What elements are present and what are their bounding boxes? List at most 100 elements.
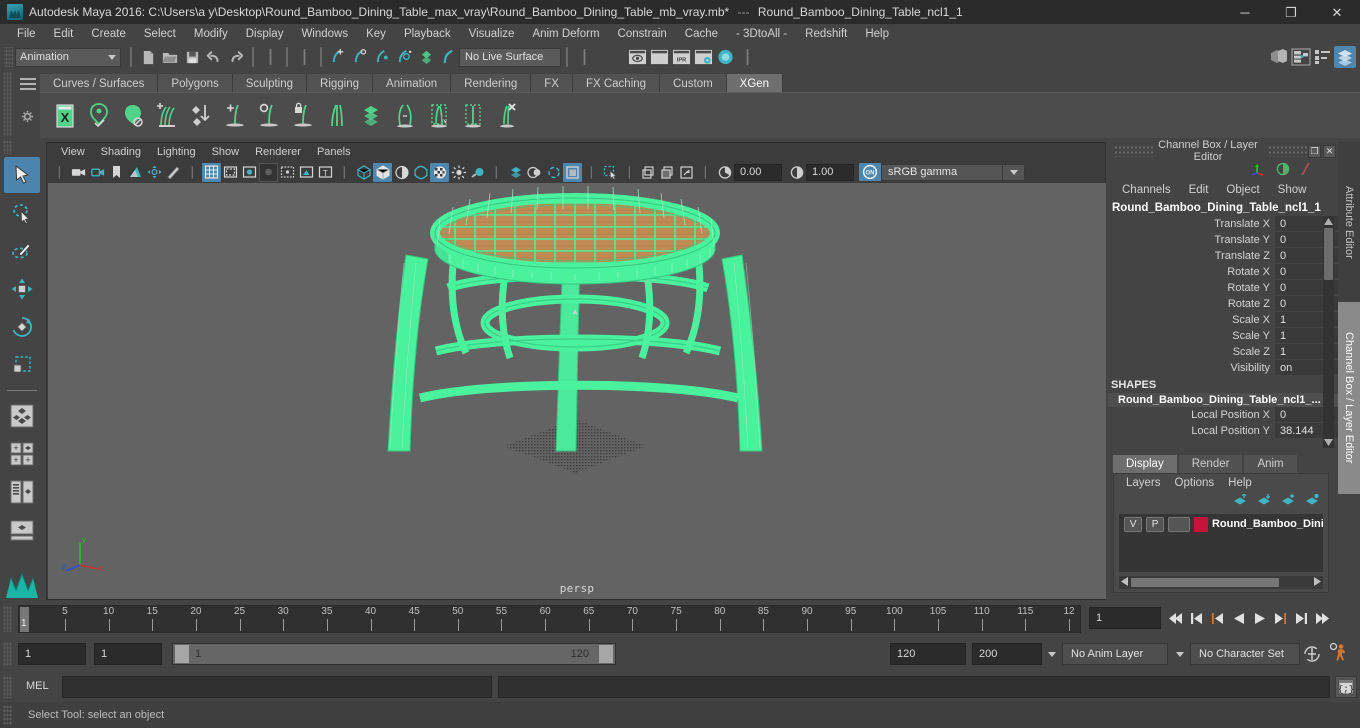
- panel-grip-right[interactable]: [1268, 145, 1308, 157]
- rotate-tool[interactable]: [4, 309, 40, 345]
- color-management-icon[interactable]: ON: [859, 163, 881, 181]
- delete-modifier-icon[interactable]: [490, 96, 524, 136]
- step-forward-key-icon[interactable]: [1271, 607, 1290, 629]
- channel-row[interactable]: Translate Z0: [1108, 248, 1338, 264]
- wireframe-on-shaded-icon[interactable]: [430, 162, 449, 182]
- single-persp-layout[interactable]: [4, 512, 40, 548]
- new-layer-from-selected-icon[interactable]: [1305, 493, 1320, 509]
- range-end-field[interactable]: 120: [890, 643, 966, 665]
- gate-mask-icon[interactable]: [259, 162, 278, 182]
- tab-attribute-editor[interactable]: Attribute Editor: [1338, 142, 1360, 302]
- animation-start-field[interactable]: 1: [18, 643, 86, 665]
- menu-anim-deform[interactable]: Anim Deform: [523, 26, 608, 42]
- toolbox-grip[interactable]: [3, 140, 12, 154]
- tab-channel-box-layer-editor[interactable]: Channel Box / Layer Editor: [1338, 302, 1360, 494]
- new-layer-icon[interactable]: [1281, 493, 1296, 509]
- channel-box-menu-edit[interactable]: Edit: [1181, 183, 1217, 197]
- attribute-editor-toggle-icon[interactable]: [1312, 46, 1334, 68]
- shelf-grip[interactable]: [3, 72, 12, 136]
- anim-layer-dropdown-arrow[interactable]: [1044, 643, 1060, 665]
- redo-icon[interactable]: [225, 46, 247, 68]
- grease-pencil-icon[interactable]: [164, 163, 183, 182]
- create-description-icon[interactable]: [82, 96, 116, 136]
- convert-to-interactive-icon[interactable]: [184, 96, 218, 136]
- select-by-object-icon[interactable]: [293, 46, 315, 68]
- anim-layer-field[interactable]: No Anim Layer: [1062, 643, 1168, 665]
- close-button[interactable]: ✕: [1314, 0, 1360, 24]
- curve-icon[interactable]: [1300, 162, 1312, 179]
- range-start-field[interactable]: 1: [94, 643, 162, 665]
- live-surface-field[interactable]: No Live Surface: [459, 47, 561, 67]
- scale-tool[interactable]: [4, 347, 40, 383]
- wireframe-icon[interactable]: [354, 163, 373, 182]
- layer-editor-menu-options[interactable]: Options: [1168, 476, 1222, 490]
- four-view-layout[interactable]: [4, 398, 40, 434]
- camera-attributes-icon[interactable]: [88, 163, 107, 182]
- xgen-editor-icon[interactable]: X: [48, 96, 82, 136]
- character-set-dropdown-arrow[interactable]: [1172, 643, 1188, 665]
- help-line-grip[interactable]: [3, 705, 12, 725]
- maximize-button[interactable]: ❐: [1268, 0, 1314, 24]
- shelf-tab-fx-caching[interactable]: FX Caching: [572, 74, 661, 94]
- viewport-menu-show[interactable]: Show: [204, 145, 248, 159]
- outliner-icon[interactable]: [1268, 46, 1290, 68]
- menu-edit[interactable]: Edit: [45, 26, 83, 42]
- move-axis-icon[interactable]: [1250, 162, 1266, 179]
- menu-modify[interactable]: Modify: [185, 26, 237, 42]
- cut-modifier-icon[interactable]: [456, 96, 490, 136]
- menu-playback[interactable]: Playback: [395, 26, 460, 42]
- shelf-tab-polygons[interactable]: Polygons: [158, 74, 233, 94]
- snap-to-grid-icon[interactable]: [327, 46, 349, 68]
- shelf-tab-curves-surfaces[interactable]: Curves / Surfaces: [40, 74, 159, 94]
- channel-row[interactable]: Scale Z1: [1108, 344, 1338, 360]
- shelf-tab-animation[interactable]: Animation: [373, 74, 452, 94]
- auto-keyframe-icon[interactable]: [1302, 644, 1322, 667]
- add-groom-icon[interactable]: [150, 96, 184, 136]
- modify-guide-icon[interactable]: [252, 96, 286, 136]
- film-origin-icon[interactable]: [278, 163, 297, 182]
- shelf-tab-rendering[interactable]: Rendering: [451, 74, 532, 94]
- xray-active-components-icon[interactable]: [677, 163, 696, 182]
- screen-space-ao-icon[interactable]: [525, 163, 544, 182]
- open-scene-icon[interactable]: [159, 46, 181, 68]
- channel-row[interactable]: Local Position X0: [1108, 407, 1338, 423]
- channel-row[interactable]: Local Position Y 38.144: [1108, 423, 1338, 439]
- resolution-gate-icon[interactable]: [240, 163, 259, 182]
- snap-to-curve-icon[interactable]: [349, 46, 371, 68]
- layer-row[interactable]: V P Round_Bamboo_Dining_: [1119, 514, 1323, 532]
- safe-title-icon[interactable]: T: [316, 163, 335, 182]
- layer-editor-tab-anim[interactable]: Anim: [1244, 455, 1297, 473]
- save-scene-icon[interactable]: [181, 46, 203, 68]
- menu-file[interactable]: File: [8, 26, 45, 42]
- gamma-icon[interactable]: [787, 163, 806, 182]
- multisample-icon[interactable]: [563, 162, 582, 182]
- smooth-shade-selected-icon[interactable]: [392, 163, 411, 182]
- texture-toggle-icon[interactable]: [449, 163, 468, 182]
- channel-box-toggle-icon[interactable]: [1334, 46, 1356, 68]
- color-profile-dropdown-arrow[interactable]: [1003, 163, 1025, 181]
- lasso-select-tool[interactable]: [4, 195, 40, 231]
- scroll-up-arrow-icon[interactable]: [1323, 216, 1334, 227]
- safe-action-icon[interactable]: [297, 163, 316, 182]
- animation-preferences-icon[interactable]: [1328, 642, 1350, 667]
- render-current-frame-icon[interactable]: [648, 46, 670, 68]
- ipr-render-icon[interactable]: IPR: [670, 46, 692, 68]
- smooth-shade-all-icon[interactable]: [373, 162, 392, 182]
- select-by-hierarchy-icon[interactable]: [259, 46, 281, 68]
- go-to-start-icon[interactable]: [1166, 607, 1185, 629]
- command-language-label[interactable]: MEL: [26, 680, 49, 692]
- color-profile-field[interactable]: sRGB gamma: [881, 163, 1003, 181]
- shelf-tab-rigging[interactable]: Rigging: [307, 74, 374, 94]
- noise-modifier-icon[interactable]: [422, 96, 456, 136]
- viewport-3d-canvas[interactable]: y x z persp: [48, 183, 1106, 599]
- step-forward-frame-icon[interactable]: [1292, 607, 1311, 629]
- menu-select[interactable]: Select: [135, 26, 185, 42]
- channel-box-scroll-thumb[interactable]: [1324, 228, 1333, 280]
- lock-guide-icon[interactable]: [286, 96, 320, 136]
- film-gate-icon[interactable]: [221, 163, 240, 182]
- time-slider-grip[interactable]: [3, 606, 12, 632]
- density-map-icon[interactable]: [354, 96, 388, 136]
- scroll-right-arrow-icon[interactable]: [1311, 576, 1323, 589]
- shadows-toggle-icon[interactable]: [506, 163, 525, 182]
- layer-editor-menu-help[interactable]: Help: [1221, 476, 1259, 490]
